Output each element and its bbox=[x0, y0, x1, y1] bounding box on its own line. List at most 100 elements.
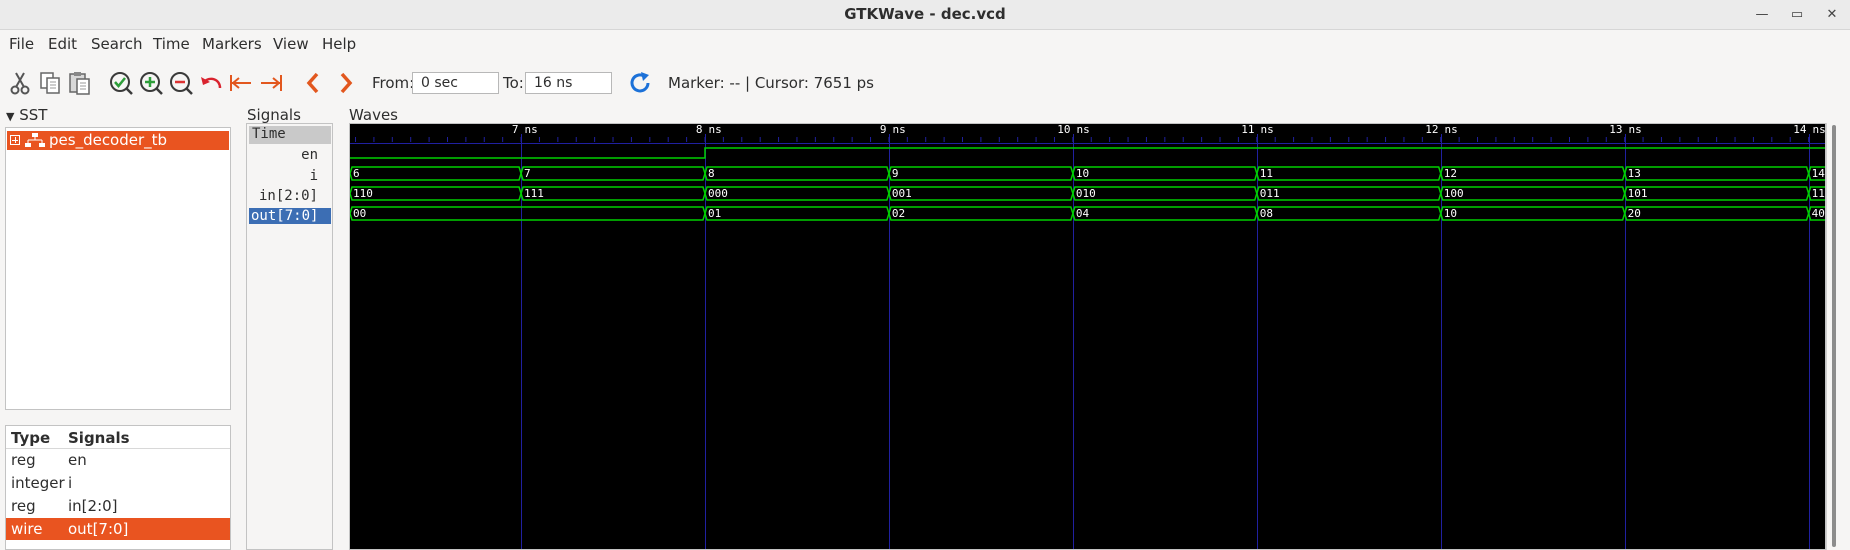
signals-pane: Time en i in[2:0] out[7:0] bbox=[246, 123, 333, 550]
table-row[interactable]: reg in[2:0] bbox=[6, 495, 230, 517]
bus-segment-i bbox=[350, 166, 522, 181]
bus-segment-i bbox=[1072, 166, 1258, 181]
bus-value-label: 110 bbox=[1812, 187, 1826, 200]
bus-value-label: 20 bbox=[1628, 207, 1641, 220]
timeline-label-number: 14 bbox=[1793, 124, 1807, 136]
signal-name-out[interactable]: out[7:0] bbox=[249, 208, 331, 224]
signals-column-header[interactable]: Signals bbox=[68, 429, 130, 447]
next-icon[interactable] bbox=[332, 70, 358, 96]
signal-name-en[interactable]: en bbox=[301, 147, 318, 163]
bus-segment-in[2:0] bbox=[1439, 186, 1626, 201]
sst-tree: pes_decoder_tb bbox=[5, 127, 231, 410]
menu-search[interactable]: Search bbox=[91, 35, 143, 53]
type-cell: wire bbox=[11, 520, 43, 538]
expand-arrow-icon[interactable]: ▼ bbox=[6, 110, 14, 123]
bus-segment-in[2:0] bbox=[888, 186, 1074, 201]
timeline-label-number: 11 bbox=[1241, 124, 1254, 136]
cut-icon[interactable] bbox=[7, 70, 33, 96]
time-row-label[interactable]: Time bbox=[249, 126, 331, 144]
title-bar: GTKWave - dec.vcd — ▭ ✕ bbox=[0, 0, 1850, 30]
marker-cursor-status: Marker: -- | Cursor: 7651 ps bbox=[668, 74, 874, 92]
zoom-out-icon[interactable] bbox=[168, 70, 194, 96]
bus-segment-out[7:0] bbox=[1439, 206, 1626, 221]
timeline-label-unit: ns bbox=[1445, 124, 1458, 136]
signal-cell: in[2:0] bbox=[68, 497, 118, 515]
menu-time[interactable]: Time bbox=[153, 35, 190, 53]
bus-value-label: 08 bbox=[1260, 207, 1273, 220]
waveform-svg: 7 ns 8 ns 9 ns 10 ns 11 ns 12 ns 13 ns 14 ns 6 7 8 9 10 11 12 1… bbox=[350, 124, 1826, 549]
minimize-button[interactable]: — bbox=[1751, 4, 1773, 26]
bus-segment-i bbox=[888, 166, 1074, 181]
table-row[interactable]: reg en bbox=[6, 449, 230, 471]
bus-segment-i bbox=[1256, 166, 1442, 181]
bus-segment-out[7:0] bbox=[888, 206, 1074, 221]
to-input[interactable] bbox=[525, 72, 612, 94]
waves-canvas[interactable]: 7 ns 8 ns 9 ns 10 ns 11 ns 12 ns 13 ns 14 ns 6 7 8 9 10 11 12 1… bbox=[349, 123, 1826, 550]
vertical-scrollbar[interactable] bbox=[1826, 123, 1840, 550]
signal-name-in[interactable]: in[2:0] bbox=[259, 188, 318, 204]
tree-expand-icon[interactable] bbox=[10, 135, 20, 145]
maximize-button[interactable]: ▭ bbox=[1786, 4, 1808, 26]
signal-cell: en bbox=[68, 451, 87, 469]
timeline-label-unit: ns bbox=[525, 124, 538, 136]
menu-help[interactable]: Help bbox=[322, 35, 356, 53]
bus-segment-i bbox=[704, 166, 890, 181]
toolbar: From: To: Marker: -- | Cursor: 7651 ps bbox=[0, 62, 1850, 102]
bus-value-label: 100 bbox=[1444, 187, 1464, 200]
bus-value-label: 010 bbox=[1076, 187, 1096, 200]
copy-icon[interactable] bbox=[37, 70, 63, 96]
sst-header[interactable]: ▼ SST bbox=[6, 106, 47, 124]
signal-type-table: Type Signals reg en integer i reg in[2:0… bbox=[5, 425, 231, 550]
prev-icon[interactable] bbox=[301, 70, 327, 96]
undo-zoom-icon[interactable] bbox=[198, 70, 224, 96]
zoom-fit-icon[interactable] bbox=[108, 70, 134, 96]
menu-markers[interactable]: Markers bbox=[202, 35, 262, 53]
type-column-header[interactable]: Type bbox=[11, 429, 50, 447]
signal-name-i[interactable]: i bbox=[310, 168, 318, 184]
bus-value-label: 9 bbox=[892, 167, 899, 180]
signal-cell: i bbox=[68, 474, 73, 492]
hierarchy-icon bbox=[24, 133, 46, 148]
bus-value-label: 101 bbox=[1628, 187, 1648, 200]
table-row-selected[interactable]: wire out[7:0] bbox=[6, 518, 230, 540]
timeline-label-number: 7 bbox=[512, 124, 519, 136]
bus-value-label: 02 bbox=[892, 207, 905, 220]
bus-segment-in[2:0] bbox=[1072, 186, 1258, 201]
bus-segment-in[2:0] bbox=[1623, 186, 1810, 201]
from-input[interactable] bbox=[412, 72, 499, 94]
zoom-to-start-icon[interactable] bbox=[228, 70, 254, 96]
bus-value-label: 12 bbox=[1444, 167, 1457, 180]
bus-segment-out[7:0] bbox=[1256, 206, 1442, 221]
bus-segment-out[7:0] bbox=[1623, 206, 1810, 221]
waves-header: Waves bbox=[349, 106, 398, 124]
type-cell: reg bbox=[11, 497, 36, 515]
tree-item-pes-decoder-tb[interactable]: pes_decoder_tb bbox=[7, 131, 229, 150]
scrollbar-thumb[interactable] bbox=[1832, 125, 1836, 547]
close-button[interactable]: ✕ bbox=[1821, 4, 1843, 26]
timeline-label-unit: ns bbox=[1261, 124, 1274, 136]
zoom-to-end-icon[interactable] bbox=[258, 70, 284, 96]
menu-edit[interactable]: Edit bbox=[48, 35, 77, 53]
bus-value-label: 01 bbox=[708, 207, 721, 220]
menu-view[interactable]: View bbox=[273, 35, 309, 53]
timeline-label-number: 13 bbox=[1609, 124, 1622, 136]
window-title: GTKWave - dec.vcd bbox=[844, 5, 1006, 23]
timeline-label-unit: ns bbox=[1629, 124, 1642, 136]
bus-value-label: 10 bbox=[1444, 207, 1457, 220]
bus-value-label: 001 bbox=[892, 187, 912, 200]
menu-file[interactable]: File bbox=[9, 35, 34, 53]
bus-value-label: 7 bbox=[524, 167, 531, 180]
bus-segment-out[7:0] bbox=[704, 206, 890, 221]
zoom-in-icon[interactable] bbox=[138, 70, 164, 96]
timeline-label-unit: ns bbox=[893, 124, 906, 136]
bus-value-label: 13 bbox=[1628, 167, 1641, 180]
bus-segment-in[2:0] bbox=[350, 186, 522, 201]
sst-title: SST bbox=[19, 106, 48, 124]
paste-icon[interactable] bbox=[67, 70, 93, 96]
bus-value-label: 8 bbox=[708, 167, 715, 180]
bus-segment-out[7:0] bbox=[350, 206, 706, 221]
type-cell: integer bbox=[11, 474, 65, 492]
tree-item-label: pes_decoder_tb bbox=[49, 131, 168, 149]
table-row[interactable]: integer i bbox=[6, 472, 230, 494]
reload-icon[interactable] bbox=[627, 70, 653, 96]
